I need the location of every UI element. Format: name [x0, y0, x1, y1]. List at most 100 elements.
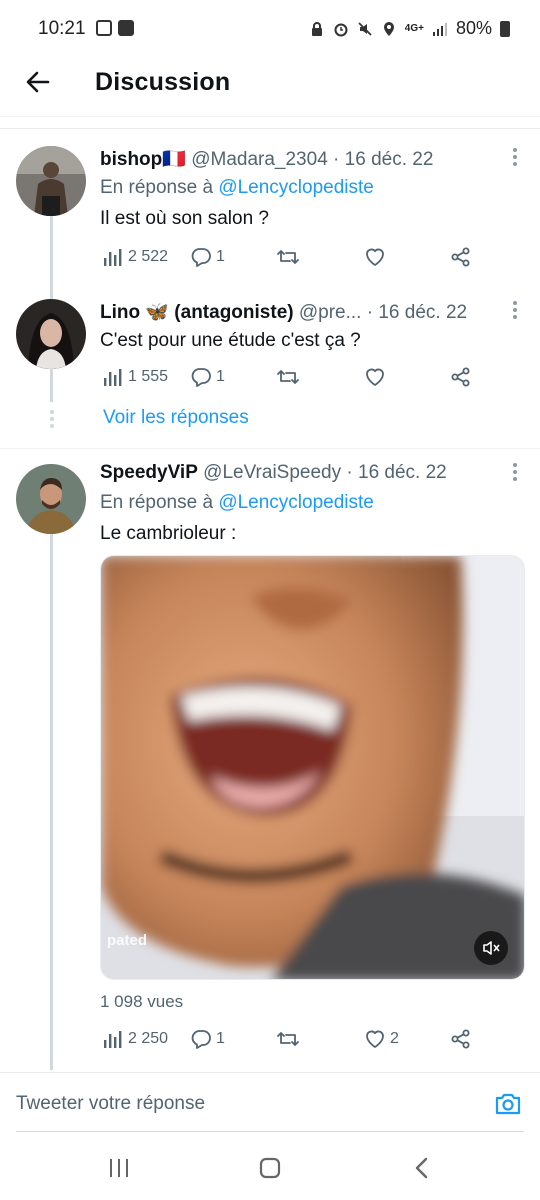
reply-button[interactable]: 1: [190, 366, 225, 388]
battery-percent: 80%: [455, 18, 492, 38]
tweet-date: 16 déc. 22: [358, 462, 447, 483]
reply-composer: Tweeter votre réponse: [0, 1072, 540, 1135]
retweet-button[interactable]: [276, 366, 304, 388]
share-button[interactable]: [450, 246, 472, 268]
reply-count: 1: [216, 368, 225, 385]
video-view-count: 1 098 vues: [100, 992, 184, 1011]
avatar[interactable]: [16, 464, 86, 534]
retweet-icon: [277, 250, 299, 264]
reply-button[interactable]: 1: [190, 1028, 225, 1050]
location-icon: [383, 21, 394, 36]
display-name[interactable]: Lino 🦋 (antagoniste): [100, 302, 294, 323]
share-button[interactable]: [450, 366, 472, 388]
tweet-actions: 2 250 1 2: [100, 1028, 480, 1054]
app-notification-icon: [118, 20, 134, 36]
views-button[interactable]: 1 555: [102, 366, 168, 388]
more-options-icon[interactable]: [512, 461, 518, 483]
thread-line: [50, 534, 53, 1070]
divider: [0, 448, 540, 449]
user-handle: @pre...: [298, 302, 362, 323]
video-watermark: pated: [107, 932, 148, 949]
tweet-video[interactable]: pated: [100, 555, 525, 980]
mute-toggle-button[interactable]: [474, 931, 508, 965]
reply-button[interactable]: 1: [190, 246, 225, 268]
retweet-button[interactable]: [276, 246, 304, 268]
network-label: 4G+: [404, 23, 424, 34]
tweet-actions: 2 522 1: [100, 246, 480, 272]
tweet-header: bishop🇫🇷 @Madara_2304 · 16 déc. 22: [100, 149, 434, 170]
tweet-date: 16 déc. 22: [378, 302, 468, 323]
video-frame: [101, 556, 524, 979]
tweet-date: 16 déc. 22: [344, 149, 434, 170]
mute-icon: [358, 21, 372, 36]
tweet-header: Lino 🦋 (antagoniste) @pre... · 16 déc. 2…: [100, 302, 468, 323]
header: Discussion: [0, 58, 540, 117]
display-name[interactable]: bishop🇫🇷: [100, 149, 186, 170]
reply-context: En réponse à @Lencyclopediste: [100, 177, 374, 198]
divider: [16, 1131, 524, 1132]
user-handle: @LeVraiSpeedy: [203, 462, 342, 483]
display-name[interactable]: SpeedyViP: [100, 462, 198, 483]
divider: [0, 128, 540, 129]
see-replies-link[interactable]: Voir les réponses: [103, 407, 249, 429]
back-arrow-icon[interactable]: [24, 68, 52, 96]
tweet-header: SpeedyViP @LeVraiSpeedy · 16 déc. 22: [100, 462, 447, 483]
views-button[interactable]: 2 522: [102, 246, 168, 268]
views-count: 2 522: [128, 248, 169, 265]
back-icon[interactable]: [410, 1156, 434, 1180]
alarm-icon: [334, 23, 348, 36]
gallery-notification-icon: [96, 20, 112, 36]
user-handle: @Madara_2304: [191, 149, 328, 170]
status-bar: 10:21 4G+ 80%: [0, 0, 540, 58]
like-count: 2: [390, 1030, 399, 1047]
more-options-icon[interactable]: [512, 299, 518, 321]
home-icon[interactable]: [258, 1156, 282, 1180]
heart-icon: [366, 1030, 384, 1048]
reply-count: 1: [216, 1030, 225, 1047]
reply-input[interactable]: Tweeter votre réponse: [16, 1093, 205, 1115]
retweet-icon: [277, 370, 299, 384]
tweet-text: Il est où son salon ?: [100, 208, 269, 229]
more-options-icon[interactable]: [512, 146, 518, 168]
views-button[interactable]: 2 250: [102, 1028, 168, 1050]
system-navigation-bar: [0, 1140, 540, 1200]
reply-mention-link[interactable]: @Lencyclopediste: [218, 492, 374, 513]
heart-icon: [366, 368, 384, 386]
recent-apps-icon[interactable]: [107, 1156, 131, 1180]
reply-context: En réponse à @Lencyclopediste: [100, 492, 374, 513]
views-icon: [104, 249, 122, 266]
heart-icon: [366, 248, 384, 266]
reply-count: 1: [216, 248, 225, 265]
thread-ellipsis: [49, 410, 54, 431]
camera-icon[interactable]: [494, 1091, 522, 1117]
share-icon: [451, 247, 470, 267]
reply-icon: [191, 248, 211, 267]
reply-icon: [191, 368, 211, 387]
share-icon: [451, 1029, 470, 1049]
share-button[interactable]: [450, 1028, 472, 1050]
retweet-icon: [277, 1032, 299, 1046]
views-count: 1 555: [128, 368, 169, 385]
lock-icon: [311, 21, 322, 36]
avatar[interactable]: [16, 299, 86, 369]
share-icon: [451, 367, 470, 387]
page-title: Discussion: [95, 68, 231, 96]
signal-icon: [432, 22, 447, 36]
retweet-button[interactable]: [276, 1028, 304, 1050]
views-icon: [104, 1031, 122, 1048]
avatar[interactable]: [16, 146, 86, 216]
tweet-actions: 1 555 1: [100, 366, 480, 392]
thread-line: [50, 372, 53, 402]
battery-icon: [500, 20, 510, 37]
like-button[interactable]: 2: [364, 1028, 399, 1050]
status-time: 10:21: [38, 18, 86, 39]
views-count: 2 250: [128, 1030, 169, 1047]
volume-off-icon: [483, 941, 500, 955]
like-button[interactable]: [364, 366, 390, 388]
reply-mention-link[interactable]: @Lencyclopediste: [218, 177, 374, 198]
reply-icon: [191, 1030, 211, 1049]
tweet-text: Le cambrioleur :: [100, 523, 237, 544]
tweet-text: C'est pour une étude c'est ça ?: [100, 330, 361, 351]
views-icon: [104, 369, 122, 386]
like-button[interactable]: [364, 246, 390, 268]
